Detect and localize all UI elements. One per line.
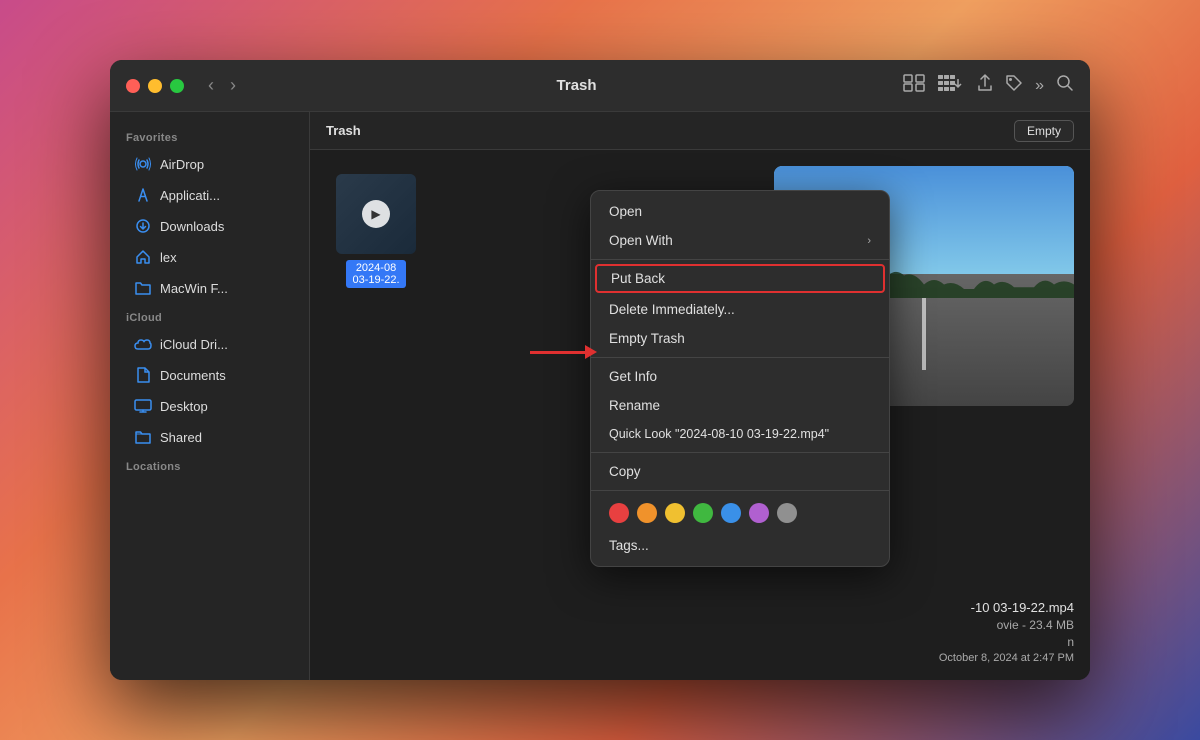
context-menu-tags[interactable]: Tags... xyxy=(591,531,889,560)
file-name-label: 2024-0803-19-22. xyxy=(346,260,405,288)
sidebar-item-icloud-drive[interactable]: iCloud Dri... xyxy=(118,329,301,359)
tag-red[interactable] xyxy=(609,503,629,523)
tag-blue[interactable] xyxy=(721,503,741,523)
sidebar-item-desktop-label: Desktop xyxy=(160,399,208,414)
sidebar-item-downloads[interactable]: Downloads xyxy=(118,211,301,241)
sidebar-item-documents[interactable]: Documents xyxy=(118,360,301,390)
sidebar-item-airdrop-label: AirDrop xyxy=(160,157,204,172)
sort-icon[interactable] xyxy=(937,74,965,97)
arrow-line xyxy=(530,351,585,354)
sidebar-item-macwinfiles-label: MacWin F... xyxy=(160,281,228,296)
separator-4 xyxy=(591,490,889,491)
downloads-icon xyxy=(134,217,152,235)
info-type: ovie - 23.4 MB xyxy=(939,618,1074,632)
context-menu-copy[interactable]: Copy xyxy=(591,457,889,486)
info-filename: -10 03-19-22.mp4 xyxy=(939,600,1074,615)
sidebar-item-downloads-label: Downloads xyxy=(160,219,224,234)
search-icon[interactable] xyxy=(1056,74,1074,97)
separator-3 xyxy=(591,452,889,453)
close-button[interactable] xyxy=(126,79,140,93)
context-menu-get-info[interactable]: Get Info xyxy=(591,362,889,391)
sidebar-item-icloud-drive-label: iCloud Dri... xyxy=(160,337,228,352)
context-menu-put-back[interactable]: Put Back xyxy=(595,264,885,293)
context-menu-empty-trash[interactable]: Empty Trash xyxy=(591,324,889,353)
sidebar-item-shared-label: Shared xyxy=(160,430,202,445)
sidebar-item-shared[interactable]: Shared xyxy=(118,422,301,452)
folder-icon xyxy=(134,279,152,297)
context-menu-delete-immediately[interactable]: Delete Immediately... xyxy=(591,295,889,324)
tag-orange[interactable] xyxy=(637,503,657,523)
file-item-video[interactable]: ▶ 2024-0803-19-22. xyxy=(326,166,426,664)
tag-purple[interactable] xyxy=(749,503,769,523)
context-menu-open-with[interactable]: Open With › xyxy=(591,226,889,255)
separator-1 xyxy=(591,259,889,260)
main-panel: Trash Empty ▶ 2024-0803-19-22. xyxy=(310,112,1090,680)
play-icon: ▶ xyxy=(362,200,390,228)
documents-icon xyxy=(134,366,152,384)
tag-gray[interactable] xyxy=(777,503,797,523)
finder-window: ‹ › Trash xyxy=(110,60,1090,680)
sidebar-item-applications-label: Applicati... xyxy=(160,188,220,203)
tag-green[interactable] xyxy=(693,503,713,523)
file-thumbnail: ▶ xyxy=(336,174,416,254)
nav-buttons: ‹ › xyxy=(202,73,242,98)
sidebar-item-documents-label: Documents xyxy=(160,368,226,383)
sidebar-item-airdrop[interactable]: AirDrop xyxy=(118,149,301,179)
airdrop-icon xyxy=(134,155,152,173)
content-area: Favorites AirDrop Applicati.. xyxy=(110,112,1090,680)
locations-label: Locations xyxy=(110,453,309,477)
sidebar-item-desktop[interactable]: Desktop xyxy=(118,391,301,421)
context-menu: Open Open With › Put Back Delete Immedia… xyxy=(590,190,890,567)
context-menu-rename[interactable]: Rename xyxy=(591,391,889,420)
info-size: n xyxy=(939,635,1074,649)
applications-icon xyxy=(134,186,152,204)
share-icon[interactable] xyxy=(977,74,993,97)
shared-icon xyxy=(134,428,152,446)
sidebar: Favorites AirDrop Applicati.. xyxy=(110,112,310,680)
path-bar: Trash Empty xyxy=(310,112,1090,150)
tag-yellow[interactable] xyxy=(665,503,685,523)
sidebar-item-macwinfiles[interactable]: MacWin F... xyxy=(118,273,301,303)
files-area: ▶ 2024-0803-19-22. xyxy=(310,150,1090,680)
path-bar-title: Trash xyxy=(326,123,361,138)
minimize-button[interactable] xyxy=(148,79,162,93)
put-back-annotation-arrow xyxy=(530,345,597,359)
icloud-label: iCloud xyxy=(110,304,309,328)
open-with-arrow-icon: › xyxy=(867,235,871,247)
more-icon[interactable]: » xyxy=(1035,77,1044,95)
title-bar: ‹ › Trash xyxy=(110,60,1090,112)
fullscreen-button[interactable] xyxy=(170,79,184,93)
context-menu-open[interactable]: Open xyxy=(591,197,889,226)
sidebar-item-lex[interactable]: lex xyxy=(118,242,301,272)
back-button[interactable]: ‹ xyxy=(202,73,220,98)
arrow-head xyxy=(585,345,597,359)
icloud-drive-icon xyxy=(134,335,152,353)
separator-2 xyxy=(591,357,889,358)
home-icon xyxy=(134,248,152,266)
grid-view-icon[interactable] xyxy=(903,74,925,97)
desktop-icon xyxy=(134,397,152,415)
toolbar-right: » xyxy=(903,74,1074,97)
favorites-label: Favorites xyxy=(110,124,309,148)
forward-button[interactable]: › xyxy=(224,73,242,98)
sidebar-item-applications[interactable]: Applicati... xyxy=(118,180,301,210)
info-date: October 8, 2024 at 2:47 PM xyxy=(939,652,1074,664)
tag-icon[interactable] xyxy=(1005,74,1023,97)
info-panel: -10 03-19-22.mp4 ovie - 23.4 MB n Octobe… xyxy=(939,600,1074,664)
context-menu-quick-look[interactable]: Quick Look "2024-08-10 03-19-22.mp4" xyxy=(591,420,889,448)
sidebar-item-lex-label: lex xyxy=(160,250,177,265)
empty-button[interactable]: Empty xyxy=(1014,120,1074,142)
window-title: Trash xyxy=(260,77,893,94)
color-tags-row xyxy=(591,495,889,531)
traffic-lights xyxy=(126,79,184,93)
